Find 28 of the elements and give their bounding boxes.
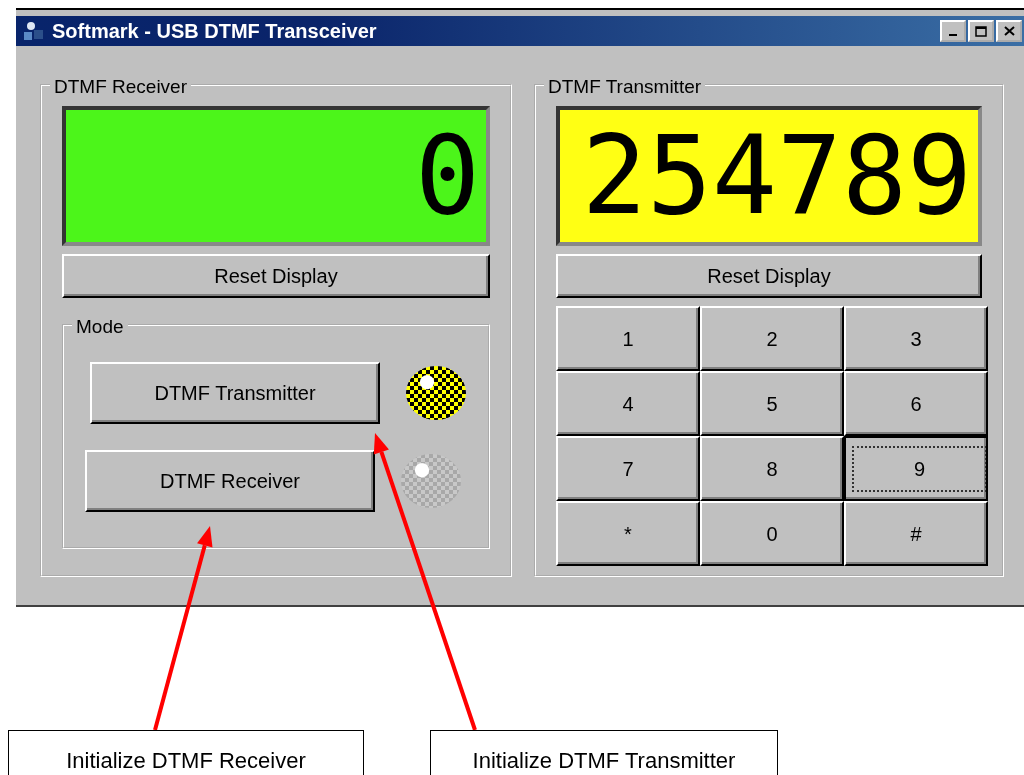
keypad-button[interactable]: # xyxy=(844,501,988,566)
keypad-button[interactable]: 2 xyxy=(700,306,844,371)
close-icon xyxy=(1003,26,1015,36)
keypad-button[interactable]: 1 xyxy=(556,306,700,371)
keypad-button[interactable]: 6 xyxy=(844,371,988,436)
mode-button[interactable]: DTMF Receiver xyxy=(85,450,375,512)
keypad-button[interactable]: 5 xyxy=(700,371,844,436)
reset-display-button[interactable]: Reset Display xyxy=(556,254,982,298)
keypad-button[interactable]: 4 xyxy=(556,371,700,436)
minimize-icon xyxy=(949,34,957,36)
keypad-button[interactable]: 9 xyxy=(844,436,988,501)
app-icon xyxy=(22,20,46,42)
mode-button[interactable]: DTMF Transmitter xyxy=(90,362,380,424)
maximize-button[interactable] xyxy=(968,20,994,42)
reset-display-button[interactable]: Reset Display xyxy=(62,254,490,298)
keypad-button[interactable]: 0 xyxy=(700,501,844,566)
maximize-icon xyxy=(975,25,987,37)
digit-display: 0 xyxy=(62,106,490,246)
keypad-button[interactable]: 7 xyxy=(556,436,700,501)
digit-display: 254789 xyxy=(556,106,982,246)
keypad-button[interactable]: 3 xyxy=(844,306,988,371)
window-title: Softmark - USB DTMF Transceiver xyxy=(52,19,377,44)
callout-box: Initialize DTMF Receiver xyxy=(8,730,364,775)
callout-box: Initialize DTMF Transmitter xyxy=(430,730,778,775)
keypad-button[interactable]: * xyxy=(556,501,700,566)
minimize-button[interactable] xyxy=(940,20,966,42)
close-button[interactable] xyxy=(996,20,1022,42)
keypad-button[interactable]: 8 xyxy=(700,436,844,501)
